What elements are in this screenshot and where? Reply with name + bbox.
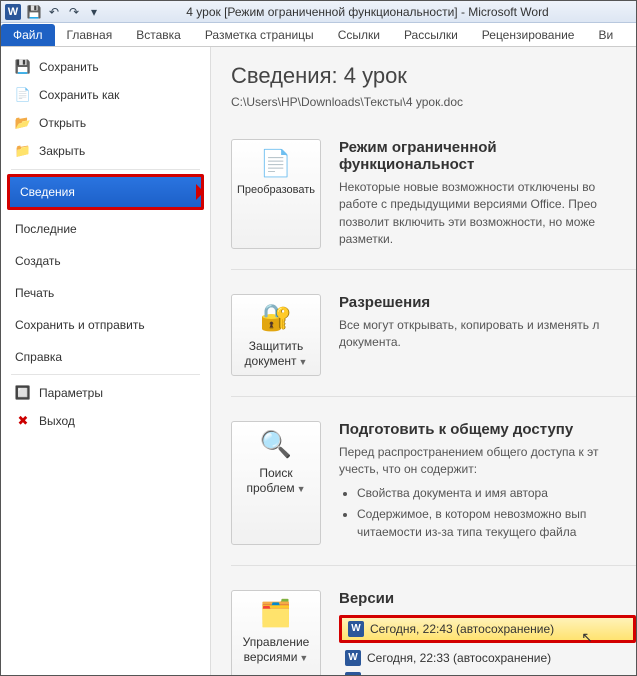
button-label: Защитить документ▼ bbox=[234, 339, 318, 369]
version-label: Сегодня, 22:43 (автосохранение) bbox=[370, 622, 554, 636]
undo-icon[interactable]: ↶ bbox=[45, 3, 63, 21]
section-desc: Перед распространением общего доступа к … bbox=[339, 444, 636, 541]
saveas-icon: 📄 bbox=[15, 87, 31, 103]
save-icon[interactable]: 💾 bbox=[25, 3, 43, 21]
tab-file[interactable]: Файл bbox=[1, 24, 55, 46]
exit-icon: ✖ bbox=[15, 413, 31, 429]
version-label: Сегодня, 22:33 (автосохранение) bbox=[367, 651, 551, 665]
menu-label: Последние bbox=[15, 222, 77, 236]
section-desc: Некоторые новые возможности отключены во… bbox=[339, 179, 636, 249]
menu-label: Открыть bbox=[39, 116, 86, 130]
section-compat: 📄 Преобразовать Режим ограниченной функц… bbox=[231, 139, 636, 270]
check-issues-button[interactable]: 🔍 Поиск проблем▼ bbox=[231, 421, 321, 545]
section-title: Подготовить к общему доступу bbox=[339, 421, 636, 438]
menu-options[interactable]: 🔲 Параметры bbox=[1, 379, 210, 407]
menu-help[interactable]: Справка bbox=[1, 344, 210, 370]
page-title: Сведения: 4 урок bbox=[231, 63, 636, 89]
tab-pagelayout[interactable]: Разметка страницы bbox=[193, 24, 326, 46]
menu-info[interactable]: Сведения bbox=[7, 174, 204, 210]
close-icon: 📁 bbox=[15, 143, 31, 159]
convert-button[interactable]: 📄 Преобразовать bbox=[231, 139, 321, 249]
section-body: Разрешения Все могут открывать, копирова… bbox=[339, 294, 636, 376]
section-title: Версии bbox=[339, 590, 636, 607]
backstage: 💾 Сохранить 📄 Сохранить как 📂 Открыть 📁 Закр… bbox=[1, 47, 636, 675]
chevron-down-icon: ▼ bbox=[299, 653, 308, 663]
window-title: 4 урок [Режим ограниченной функционально… bbox=[103, 5, 632, 19]
qat-dropdown-icon[interactable]: ▾ bbox=[85, 3, 103, 21]
menu-label: Сохранить bbox=[39, 60, 99, 74]
convert-icon: 📄 bbox=[259, 146, 293, 180]
section-prepare: 🔍 Поиск проблем▼ Подготовить к общему до… bbox=[231, 421, 636, 566]
save-icon: 💾 bbox=[15, 59, 31, 75]
chevron-down-icon: ▼ bbox=[299, 357, 308, 367]
ribbon-tabs: Файл Главная Вставка Разметка страницы С… bbox=[1, 23, 636, 47]
protect-button[interactable]: 🔐 Защитить документ▼ bbox=[231, 294, 321, 376]
separator bbox=[11, 374, 200, 375]
redo-icon[interactable]: ↷ bbox=[65, 3, 83, 21]
section-versions: 🗂️ Управление версиями▼ Версии W Сегодня… bbox=[231, 590, 636, 675]
backstage-menu: 💾 Сохранить 📄 Сохранить как 📂 Открыть 📁 Закр… bbox=[1, 47, 211, 675]
menu-label: Параметры bbox=[39, 386, 103, 400]
document-icon: W bbox=[348, 621, 364, 637]
tab-review[interactable]: Рецензирование bbox=[470, 24, 587, 46]
quick-access-toolbar: 💾 ↶ ↷ ▾ bbox=[25, 3, 103, 21]
menu-save[interactable]: 💾 Сохранить bbox=[1, 53, 210, 81]
titlebar: W 💾 ↶ ↷ ▾ 4 урок [Режим ограниченной фун… bbox=[1, 1, 636, 23]
menu-label: Выход bbox=[39, 414, 75, 428]
section-title: Режим ограниченной функциональност bbox=[339, 139, 636, 173]
button-label: Поиск проблем▼ bbox=[234, 466, 318, 496]
menu-saveas[interactable]: 📄 Сохранить как bbox=[1, 81, 210, 109]
tab-mailings[interactable]: Рассылки bbox=[392, 24, 470, 46]
open-icon: 📂 bbox=[15, 115, 31, 131]
section-body: Подготовить к общему доступу Перед распр… bbox=[339, 421, 636, 545]
version-row[interactable]: W Сегодня, 22:43 (автосохранение) ↖ bbox=[339, 615, 636, 643]
tab-insert[interactable]: Вставка bbox=[124, 24, 193, 46]
versions-icon: 🗂️ bbox=[259, 597, 293, 631]
document-path: C:\Users\HP\Downloads\Тексты\4 урок.doc bbox=[231, 95, 636, 109]
separator bbox=[11, 169, 200, 170]
section-desc: Все могут открывать, копировать и изменя… bbox=[339, 317, 636, 352]
cursor-icon: ↖ bbox=[581, 629, 593, 646]
options-icon: 🔲 bbox=[15, 385, 31, 401]
backstage-content: Сведения: 4 урок C:\Users\HP\Downloads\Т… bbox=[211, 47, 636, 675]
lock-icon: 🔐 bbox=[259, 301, 293, 335]
bullet-item: Содержимое, в котором невозможно вып чит… bbox=[357, 506, 636, 541]
menu-exit[interactable]: ✖ Выход bbox=[1, 407, 210, 435]
section-body: Режим ограниченной функциональност Некот… bbox=[339, 139, 636, 249]
search-icon: 🔍 bbox=[259, 428, 293, 462]
tab-home[interactable]: Главная bbox=[55, 24, 125, 46]
chevron-down-icon: ▼ bbox=[297, 484, 306, 494]
menu-label: Сведения bbox=[20, 185, 75, 199]
version-list: W Сегодня, 22:43 (автосохранение) ↖ W Се… bbox=[339, 615, 636, 675]
version-label: Сегодня, 21:22 (автосохранение) bbox=[367, 673, 551, 675]
tab-references[interactable]: Ссылки bbox=[326, 24, 392, 46]
button-label: Управление версиями▼ bbox=[234, 635, 318, 665]
menu-close[interactable]: 📁 Закрыть bbox=[1, 137, 210, 165]
menu-new[interactable]: Создать bbox=[1, 248, 210, 274]
bullet-item: Свойства документа и имя автора bbox=[357, 485, 636, 502]
manage-versions-button[interactable]: 🗂️ Управление версиями▼ bbox=[231, 590, 321, 675]
version-row[interactable]: W Сегодня, 21:22 (автосохранение) bbox=[339, 669, 636, 675]
menu-sharesend[interactable]: Сохранить и отправить bbox=[1, 312, 210, 338]
tab-view[interactable]: Ви bbox=[586, 24, 625, 46]
menu-print[interactable]: Печать bbox=[1, 280, 210, 306]
section-title: Разрешения bbox=[339, 294, 636, 311]
section-permissions: 🔐 Защитить документ▼ Разрешения Все могу… bbox=[231, 294, 636, 397]
word-app-icon: W bbox=[5, 4, 21, 20]
document-icon: W bbox=[345, 672, 361, 675]
menu-open[interactable]: 📂 Открыть bbox=[1, 109, 210, 137]
section-body: Версии W Сегодня, 22:43 (автосохранение)… bbox=[339, 590, 636, 675]
menu-label: Печать bbox=[15, 286, 54, 300]
menu-label: Закрыть bbox=[39, 144, 85, 158]
version-row[interactable]: W Сегодня, 22:33 (автосохранение) bbox=[339, 647, 636, 669]
menu-label: Сохранить и отправить bbox=[15, 318, 145, 332]
menu-label: Создать bbox=[15, 254, 61, 268]
menu-label: Сохранить как bbox=[39, 88, 119, 102]
menu-recent[interactable]: Последние bbox=[1, 216, 210, 242]
menu-label: Справка bbox=[15, 350, 62, 364]
button-label: Преобразовать bbox=[237, 184, 315, 197]
document-icon: W bbox=[345, 650, 361, 666]
